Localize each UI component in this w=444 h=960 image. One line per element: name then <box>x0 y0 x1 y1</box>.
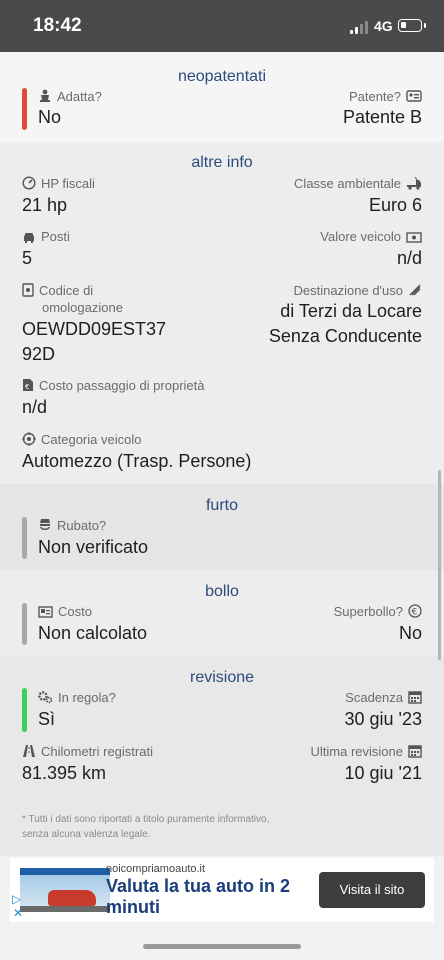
destination-icon <box>409 284 421 296</box>
hp-label: HP fiscali <box>22 176 95 191</box>
destinazione-value: di Terzi da Locare <box>280 301 422 321</box>
status-bar: 18:42 4G <box>0 0 444 52</box>
disclaimer: * Tutti i dati sono riportati a titolo p… <box>22 814 270 840</box>
ultima-label: Ultima revisione <box>311 744 422 759</box>
battery-icon <box>398 19 426 32</box>
calendar-icon <box>408 745 422 758</box>
gears-icon <box>38 691 53 704</box>
bollo-section: bollo Costo Non calcolato Superbollo? € N… <box>0 570 444 656</box>
costo-passaggio-value: n/d <box>22 397 48 417</box>
costo-passaggio-label: € Costo passaggio di proprietà <box>22 378 205 393</box>
thief-icon <box>40 519 50 530</box>
superbollo-label: Superbollo? € <box>334 604 422 619</box>
status-bar-grey <box>22 603 27 645</box>
ad-domain: noicompriamoauto.it <box>106 863 206 875</box>
car-icon <box>24 233 34 243</box>
patente-label: Patente? <box>349 89 422 104</box>
target-icon <box>22 432 36 446</box>
homologation-icon <box>22 283 34 297</box>
categoria-label: Categoria veicolo <box>22 432 141 447</box>
ad-headline[interactable]: Valuta la tua auto in 2 minuti <box>106 876 311 918</box>
km-label: Chilometri registrati <box>22 744 153 759</box>
home-indicator[interactable] <box>143 944 301 949</box>
section-title: altre info <box>191 154 253 171</box>
status-bar-green <box>22 688 27 732</box>
valore-label: Valore veicolo <box>320 229 422 244</box>
destinazione-value-2: Senza Conducente <box>268 326 422 346</box>
network-type: 4G <box>374 18 393 34</box>
regola-label: In regola? <box>38 690 116 705</box>
cost-icon: € <box>23 379 33 391</box>
classe-label: Classe ambientale <box>294 176 422 191</box>
scadenza-label: Scadenza <box>345 690 422 705</box>
hp-value: 21 hp <box>22 195 68 215</box>
patente-value: Patente B <box>342 107 422 127</box>
ad-image[interactable] <box>20 868 110 912</box>
rubato-value: Non verificato <box>38 537 149 557</box>
scrollbar[interactable] <box>438 470 441 660</box>
km-value: 81.395 km <box>22 763 107 783</box>
svg-text:€: € <box>412 608 418 618</box>
euro-icon: € <box>408 604 422 618</box>
status-time: 18:42 <box>33 15 82 36</box>
altre-info-section: altre info HP fiscali 21 hp Classe ambie… <box>0 142 444 484</box>
adatta-label: Adatta? <box>38 89 102 104</box>
furto-section: furto Rubato? Non verificato <box>0 484 444 570</box>
classe-value: Euro 6 <box>368 195 422 215</box>
destinazione-label: Destinazione d'uso <box>294 283 422 298</box>
status-bar-red <box>22 88 27 130</box>
section-title: revisione <box>189 669 255 686</box>
section-title: neopatentati <box>177 68 267 85</box>
section-title: bollo <box>205 583 239 600</box>
svg-text:€: € <box>25 383 29 391</box>
codice-label: Codice di <box>22 283 93 298</box>
road-icon <box>23 745 35 757</box>
bollo-costo-value: Non calcolato <box>38 623 148 643</box>
close-icon[interactable]: ✕ <box>13 906 23 920</box>
ad-banner[interactable]: ▷ ✕ noicompriamoauto.it Valuta la tua au… <box>10 858 434 922</box>
codice-value: OEWDD09EST37 <box>22 319 167 339</box>
posti-label: Posti <box>22 229 70 244</box>
license-icon <box>406 90 422 102</box>
adatta-value: No <box>38 107 62 127</box>
ultima-value: 10 giu '21 <box>344 763 422 783</box>
categoria-value: Automezzo (Trasp. Persone) <box>22 451 252 471</box>
codice-label-2: omologazione <box>42 300 123 315</box>
section-title: furto <box>205 497 238 514</box>
truck-icon <box>407 176 421 190</box>
superbollo-value: No <box>398 623 422 643</box>
scadenza-value: 30 giu '23 <box>344 709 422 729</box>
money-icon <box>406 232 422 243</box>
signal-icon <box>350 20 370 34</box>
codice-value-2: 92D <box>22 344 56 364</box>
visit-site-button[interactable]: Visita il sito <box>319 872 425 908</box>
card-icon <box>38 606 53 618</box>
baby-seat-icon <box>40 89 50 102</box>
regola-value: Sì <box>38 709 56 729</box>
rubato-label: Rubato? <box>38 518 106 533</box>
neopatentati-section: neopatentati Adatta? No Patente? Patente… <box>0 52 444 142</box>
valore-value: n/d <box>396 248 422 268</box>
gauge-icon <box>22 176 36 190</box>
adchoices-icon[interactable]: ▷ <box>12 892 21 906</box>
posti-value: 5 <box>22 248 33 268</box>
calendar-icon <box>408 691 422 704</box>
status-bar-grey <box>22 517 27 559</box>
bollo-costo-label: Costo <box>38 604 92 619</box>
